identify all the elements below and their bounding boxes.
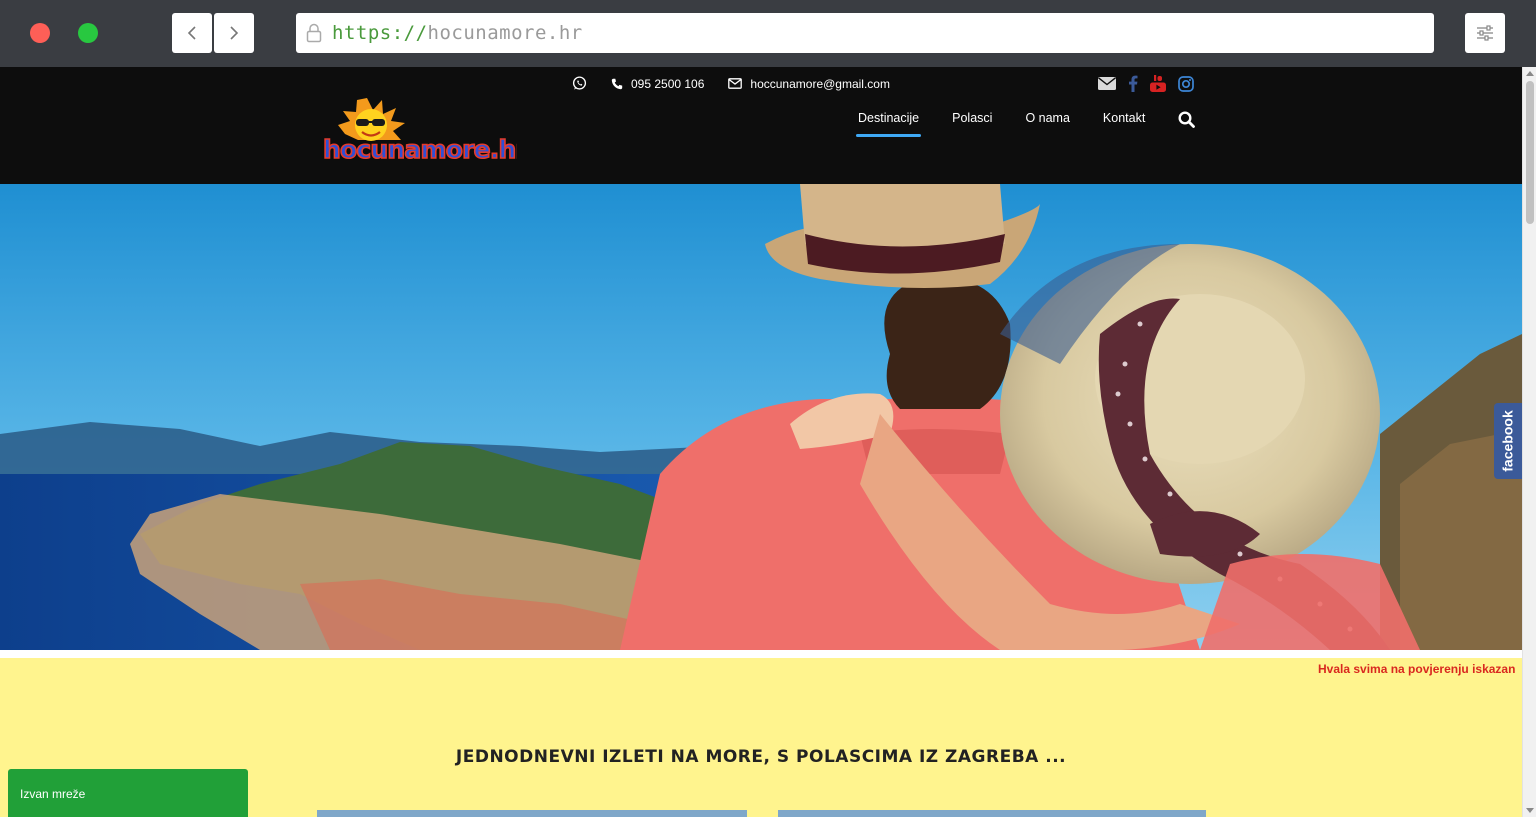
social-links [1098, 75, 1194, 92]
section-tagline: JEDNODNEVNI IZLETI NA MORE, S POLASCIMA … [455, 747, 1067, 767]
url-host: hocunamore.hr [427, 22, 583, 44]
mail-icon[interactable] [1098, 77, 1116, 90]
contact-bar: 095 2500 106 hoccunamore@gmail.com [572, 76, 904, 91]
offline-status-label: Izvan mreže [20, 787, 86, 801]
scrollbar-thumb[interactable] [1526, 81, 1534, 224]
offline-status-badge[interactable]: Izvan mreže [8, 769, 248, 817]
phone-link[interactable]: 095 2500 106 [611, 77, 704, 91]
browser-toolbar: https://hocunamore.hr [0, 0, 1536, 750]
sliders-icon [1477, 25, 1493, 41]
instagram-icon[interactable] [1178, 75, 1194, 92]
envelope-icon [728, 78, 743, 89]
page-scrollbar[interactable] [1522, 67, 1536, 817]
nav-kontakt[interactable]: Kontakt [1103, 111, 1145, 137]
facebook-icon[interactable] [1128, 75, 1138, 92]
back-button[interactable] [172, 13, 212, 53]
email-link[interactable]: hoccunamore@gmail.com [728, 77, 890, 91]
chevron-left-icon [187, 26, 196, 40]
facebook-tab-label: facebook [1500, 410, 1516, 472]
page-viewport: 095 2500 106 hoccunamore@gmail.com hocun… [0, 67, 1536, 817]
url-text: https://hocunamore.hr [332, 22, 583, 44]
main-navigation: Destinacije Polasci O nama Kontakt [855, 110, 1196, 137]
nav-destinacije[interactable]: Destinacije [855, 111, 922, 137]
hero-image [0, 184, 1522, 650]
whatsapp-link[interactable] [572, 76, 587, 91]
site-header: 095 2500 106 hoccunamore@gmail.com hocun… [0, 67, 1522, 184]
url-scheme: https:// [332, 22, 428, 44]
facebook-tab[interactable]: facebook [1494, 403, 1522, 479]
youtube-icon[interactable] [1150, 75, 1166, 92]
whatsapp-icon [572, 76, 587, 90]
forward-button[interactable] [214, 13, 254, 53]
destination-card[interactable] [778, 810, 1206, 817]
chevron-right-icon [230, 26, 239, 40]
browser-menu-button[interactable] [1465, 13, 1505, 53]
nav-o-nama[interactable]: O nama [1025, 111, 1069, 137]
scroll-up-arrow[interactable] [1526, 71, 1534, 76]
notice-marquee: Hvala svima na povjerenju iskazan [1318, 662, 1516, 676]
phone-number: 095 2500 106 [631, 76, 705, 91]
lock-icon [306, 23, 322, 43]
email-address: hoccunamore@gmail.com [750, 76, 890, 91]
destination-card[interactable] [317, 810, 747, 817]
window-close-button[interactable] [30, 23, 50, 43]
search-icon[interactable] [1178, 110, 1196, 128]
logo-text: hocunamore.hr [323, 135, 517, 164]
address-bar[interactable]: https://hocunamore.hr [296, 13, 1434, 53]
site-logo[interactable]: hocunamore.hr [322, 94, 517, 164]
window-maximize-button[interactable] [78, 23, 98, 43]
scroll-down-arrow[interactable] [1526, 808, 1534, 813]
nav-polasci[interactable]: Polasci [952, 111, 992, 137]
phone-icon [611, 78, 623, 89]
